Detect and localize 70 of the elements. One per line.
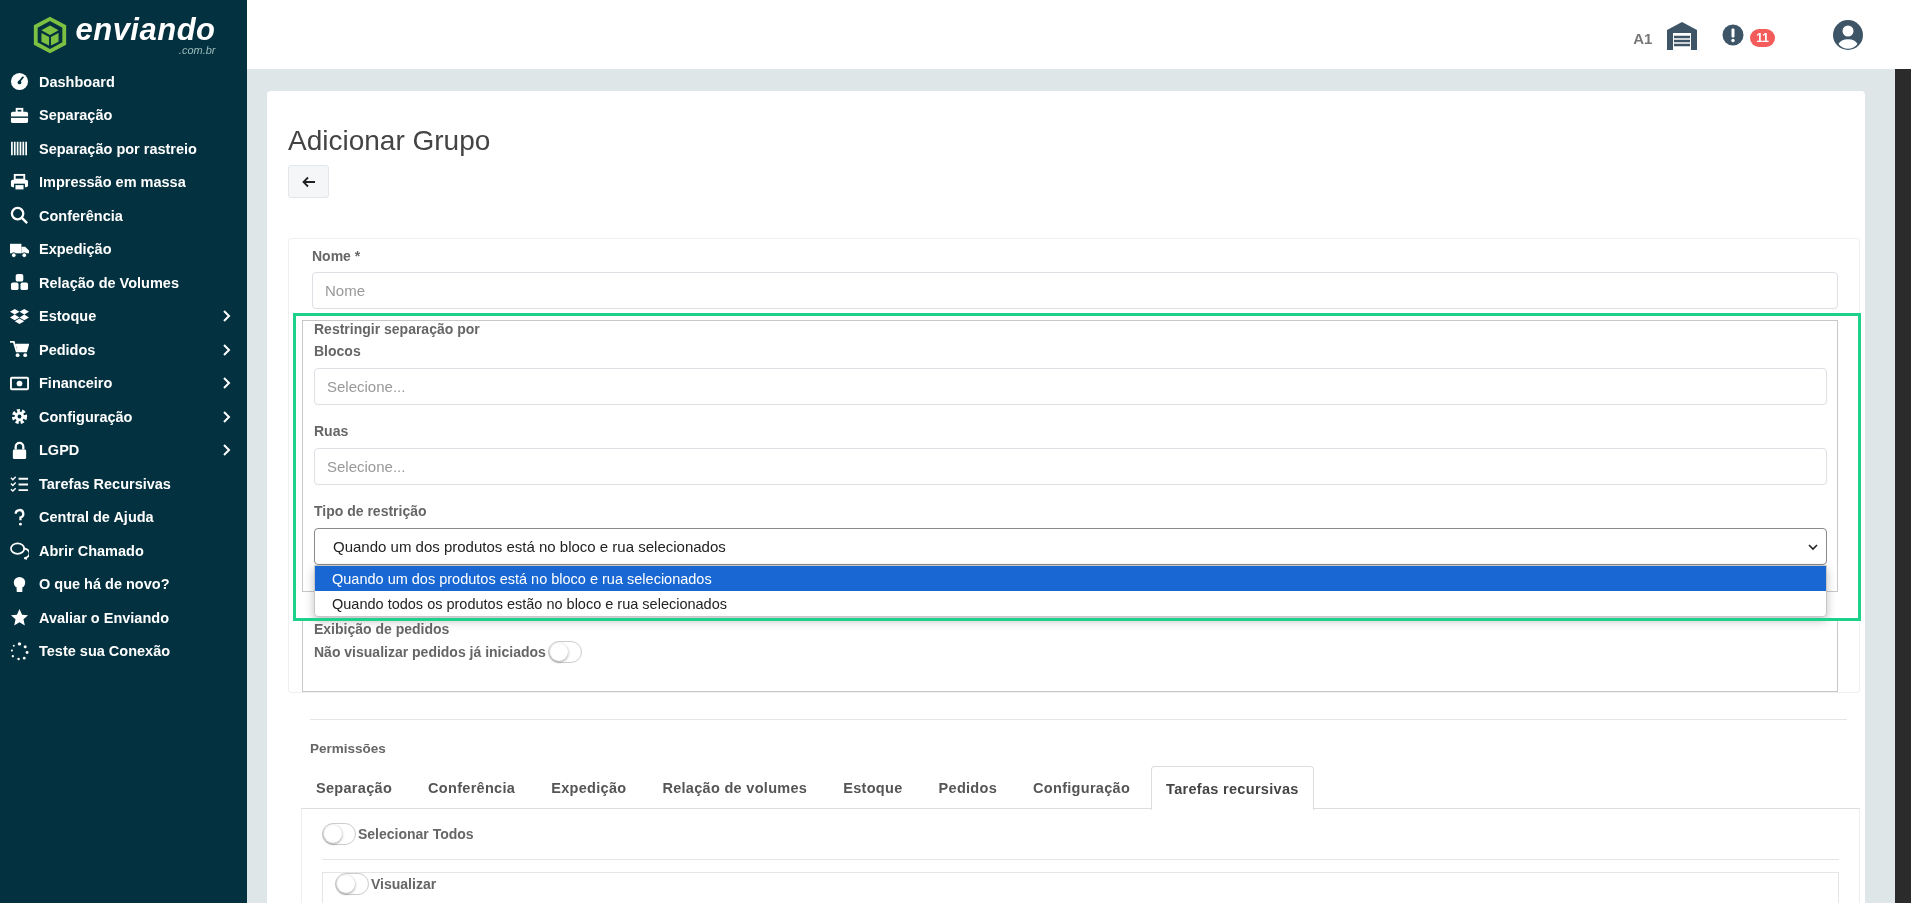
checklist-icon	[10, 474, 29, 494]
toggle-switch[interactable]	[547, 641, 582, 663]
menu-item[interactable]: Financeiro	[0, 366, 247, 400]
menu-item[interactable]: Central de Ajuda	[0, 500, 247, 534]
settings-icon	[10, 407, 29, 427]
toggle-label: Não visualizar pedidos já iniciados	[314, 644, 546, 660]
menu-item[interactable]: Separação por rastreio	[0, 132, 247, 166]
select-field[interactable]: Quando um dos produtos está no bloco e rua selecionados	[314, 528, 1827, 565]
star-icon	[10, 608, 29, 628]
briefcase-icon	[10, 105, 29, 125]
tab[interactable]: Conferência	[413, 766, 531, 808]
printer-icon	[10, 172, 29, 192]
field-label: Blocos	[314, 343, 362, 359]
select-field[interactable]: Selecione...	[314, 368, 1827, 405]
menu-item[interactable]: Expedição	[0, 232, 247, 266]
alert-icon	[1722, 23, 1745, 46]
arrow-left-icon	[301, 174, 316, 189]
menu-item[interactable]: Impressão em massa	[0, 165, 247, 199]
menu-item[interactable]: Teste sua Conexão	[0, 634, 247, 668]
toggle-label: Selecionar Todos	[358, 826, 474, 842]
tab[interactable]: Expedição	[536, 766, 642, 808]
tab[interactable]: Pedidos	[923, 766, 1013, 808]
page-title: Adicionar Grupo	[288, 125, 492, 157]
section-title: Permissões	[310, 741, 387, 756]
gauge-icon	[10, 72, 29, 92]
chat-icon	[10, 541, 29, 561]
menu-item[interactable]: Avaliar o Enviando	[0, 601, 247, 635]
brand-name: enviando	[75, 14, 216, 45]
tab[interactable]: Tarefas recursivas	[1151, 766, 1314, 810]
toggle-switch[interactable]	[335, 873, 369, 895]
menu-item[interactable]: Dashboard	[0, 65, 247, 99]
menu-item[interactable]: Estoque	[0, 299, 247, 333]
toggle-label: Visualizar	[371, 876, 437, 892]
cart-icon	[10, 340, 29, 360]
spinner-icon	[10, 641, 29, 661]
search-icon	[10, 206, 29, 226]
field-label: Tipo de restrição	[314, 503, 428, 519]
menu-item[interactable]: Pedidos	[0, 333, 247, 367]
warehouse-icon	[1666, 19, 1699, 50]
tab[interactable]: Estoque	[828, 766, 918, 808]
toggle-switch[interactable]	[322, 823, 356, 845]
field-label: Ruas	[314, 423, 350, 439]
menu-item[interactable]: Relação de Volumes	[0, 266, 247, 300]
input-field[interactable]: Nome	[312, 272, 1838, 309]
tab[interactable]: Separação	[301, 766, 408, 808]
dropbox-icon	[10, 306, 29, 326]
tab[interactable]: Configuração	[1018, 766, 1146, 808]
warehouse-code: A1	[1633, 30, 1653, 47]
brand-domain: .com.br	[178, 45, 216, 56]
dropdown-option[interactable]: Quando um dos produtos está no bloco e rua selecionados	[315, 566, 1826, 591]
select-field[interactable]: Selecione...	[314, 448, 1827, 485]
menu-item[interactable]: Separação	[0, 98, 247, 132]
notification-badge: 11	[1750, 28, 1775, 47]
tab[interactable]: Relação de volumes	[647, 766, 823, 808]
menu-item[interactable]: O que há de novo?	[0, 567, 247, 601]
back-button[interactable]	[288, 165, 329, 198]
dropdown-option[interactable]: Quando todos os produtos estão no bloco e rua selecionados	[315, 591, 1826, 616]
menu-item[interactable]: Tarefas Recursivas	[0, 467, 247, 501]
field-label: Nome *	[312, 248, 362, 264]
menu-item[interactable]: Conferência	[0, 199, 247, 233]
fieldset-legend: Restringir separação por	[313, 321, 1827, 337]
chevron-down-icon	[1808, 541, 1818, 552]
fieldset-legend: Exibição de pedidos	[313, 621, 1827, 637]
lock-icon	[10, 440, 29, 460]
scrollbar[interactable]	[1895, 69, 1911, 903]
menu-item[interactable]: Abrir Chamado	[0, 534, 247, 568]
menu-item[interactable]: Configuração	[0, 400, 247, 434]
menu-item[interactable]: LGPD	[0, 433, 247, 467]
boxes-icon	[10, 273, 29, 293]
user-avatar-icon	[1833, 19, 1863, 50]
